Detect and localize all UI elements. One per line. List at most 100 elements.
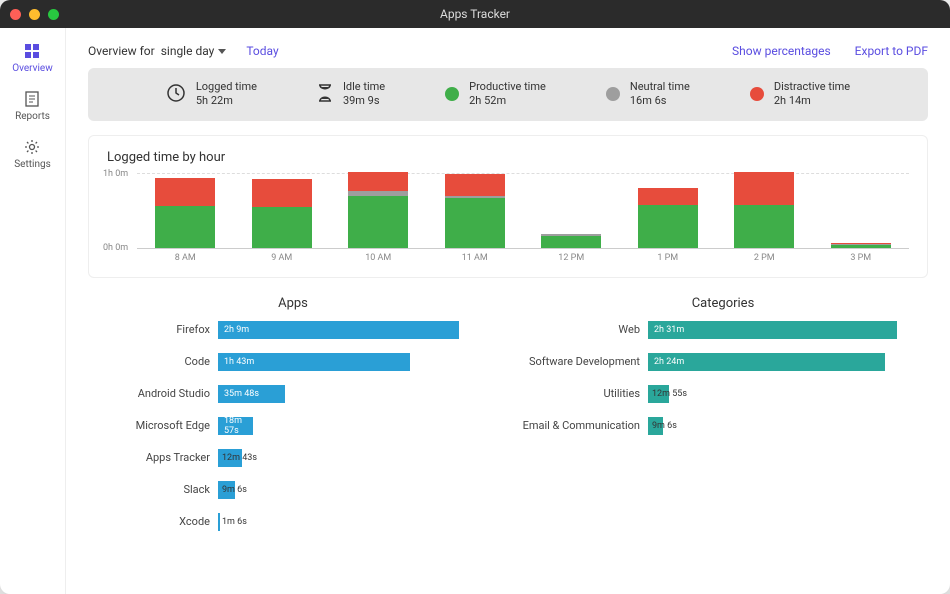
range-dropdown[interactable]: single day [161, 44, 227, 58]
hour-stack [445, 174, 505, 247]
bar: 2h 31m [648, 321, 897, 339]
bar-row: Email & Communication9m 6s [518, 417, 928, 435]
hour-slot [427, 174, 524, 247]
hour-segment [155, 206, 215, 248]
bar-label: Software Development [518, 355, 648, 368]
hour-segment [252, 207, 312, 248]
hour-slot [330, 172, 427, 248]
bar: 35m 48s [218, 385, 285, 403]
gear-icon [23, 138, 41, 156]
bar-row: Code1h 43m [88, 353, 498, 371]
hour-segment [348, 172, 408, 191]
bar-label: Xcode [88, 515, 218, 528]
bar-label: Web [518, 323, 648, 336]
hour-segment [638, 205, 698, 248]
hour-segment [734, 205, 794, 248]
bar-label: Apps Tracker [88, 451, 218, 464]
hour-slot [813, 243, 910, 248]
bar-track: 9m 6s [218, 481, 498, 499]
ytick: 1h 0m [103, 169, 128, 179]
hour-xlabel: 3 PM [813, 249, 910, 263]
hour-chart-card: Logged time by hour 1h 0m 0h 0m 8 AM9 AM… [88, 135, 928, 278]
summary-label: Productive time [469, 80, 546, 94]
bar-row: Microsoft Edge18m 57s [88, 417, 498, 435]
hour-segment [638, 188, 698, 204]
categories-title: Categories [518, 296, 928, 311]
hour-segment [348, 196, 408, 248]
bar: 9m 6s [218, 481, 235, 499]
sidebar-label: Overview [12, 63, 53, 74]
app-window: Apps Tracker Overview Reports Settings [0, 0, 950, 594]
bar: 9m 6s [648, 417, 663, 435]
hour-segment [445, 198, 505, 247]
summary-value: 2h 14m [774, 94, 850, 108]
bar: 1m 6s [218, 513, 220, 531]
bar-label: Email & Communication [518, 419, 648, 432]
hour-xlabel: 2 PM [716, 249, 813, 263]
hour-slot [234, 179, 331, 247]
hour-segment [445, 174, 505, 196]
hour-stack [252, 179, 312, 247]
bar-track: 1m 6s [218, 513, 498, 531]
today-link[interactable]: Today [246, 44, 278, 58]
export-pdf-link[interactable]: Export to PDF [855, 44, 928, 58]
bar-label: Android Studio [88, 387, 218, 400]
summary-label: Neutral time [630, 80, 690, 94]
bar-track: 12m 55s [648, 385, 928, 403]
bar-track: 2h 31m [648, 321, 928, 339]
summary-label: Logged time [196, 80, 257, 94]
sidebar: Overview Reports Settings [0, 28, 66, 594]
bar: 1h 43m [218, 353, 410, 371]
show-percentages-link[interactable]: Show percentages [732, 44, 831, 58]
hour-slot [716, 172, 813, 248]
bar-track: 12m 43s [218, 449, 498, 467]
hourglass-icon [317, 83, 333, 106]
dot-icon [606, 87, 620, 101]
apps-column: Apps Firefox2h 9m Code1h 43m Android Studi… [88, 296, 498, 545]
summary-bar: Logged time 5h 22m Idle time 39m 9s [88, 68, 928, 121]
overview-for-label: Overview for [88, 44, 155, 58]
bar-track: 2h 9m [218, 321, 498, 339]
summary-idle: Idle time 39m 9s [317, 80, 385, 109]
bar-track: 2h 24m [648, 353, 928, 371]
bar-row: Software Development2h 24m [518, 353, 928, 371]
bar-row: Utilities12m 55s [518, 385, 928, 403]
hour-xlabel: 9 AM [234, 249, 331, 263]
bar-row: Slack9m 6s [88, 481, 498, 499]
summary-label: Distractive time [774, 80, 850, 94]
hour-chart: 1h 0m 0h 0m [137, 173, 909, 249]
summary-value: 5h 22m [196, 94, 257, 108]
window-title: Apps Tracker [0, 7, 950, 21]
hour-segment [541, 236, 601, 247]
hour-segment [155, 178, 215, 206]
bar: 2h 24m [648, 353, 885, 371]
hour-stack [541, 234, 601, 248]
bar-row: Android Studio35m 48s [88, 385, 498, 403]
bar: 2h 9m [218, 321, 459, 339]
bar-label: Code [88, 355, 218, 368]
sidebar-item-overview[interactable]: Overview [12, 42, 53, 74]
dashboard-icon [23, 42, 41, 60]
bar-row: Firefox2h 9m [88, 321, 498, 339]
summary-value: 2h 52m [469, 94, 546, 108]
hour-segment [831, 245, 891, 248]
hour-xlabel: 1 PM [620, 249, 717, 263]
bar-label: Slack [88, 483, 218, 496]
bar-label: Microsoft Edge [88, 419, 218, 432]
bar: 18m 57s [218, 417, 253, 435]
hour-xlabel: 10 AM [330, 249, 427, 263]
reports-icon [23, 90, 41, 108]
sidebar-item-reports[interactable]: Reports [15, 90, 50, 122]
clock-icon [166, 83, 186, 106]
sidebar-label: Settings [14, 159, 51, 170]
bar-row: Apps Tracker12m 43s [88, 449, 498, 467]
main-content: Overview for single day Today Show perce… [66, 28, 950, 594]
sidebar-item-settings[interactable]: Settings [14, 138, 51, 170]
hour-xlabel: 12 PM [523, 249, 620, 263]
hour-chart-title: Logged time by hour [107, 150, 909, 165]
hour-slot [523, 234, 620, 248]
hour-stack [155, 178, 215, 248]
apps-title: Apps [88, 296, 498, 311]
hour-stack [831, 243, 891, 248]
summary-label: Idle time [343, 80, 385, 94]
